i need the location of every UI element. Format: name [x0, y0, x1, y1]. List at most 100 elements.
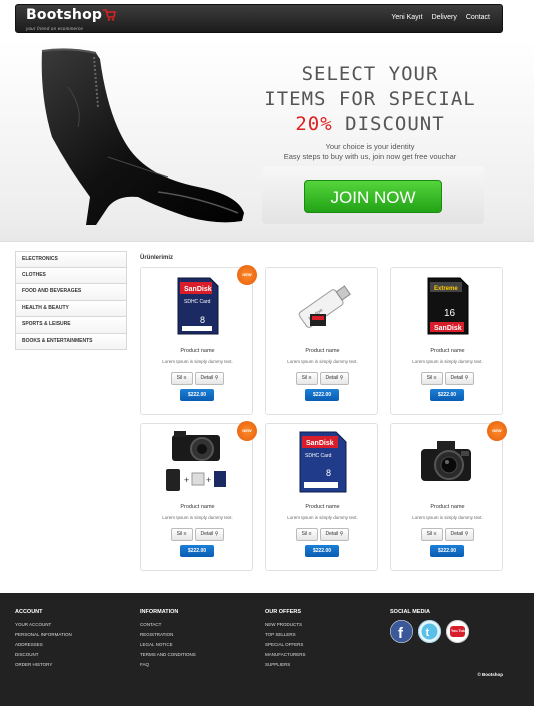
footer-link[interactable]: ADDRESSES: [15, 640, 72, 650]
zoom-icon: ⚲: [214, 531, 219, 537]
nav-link-delivery[interactable]: Delivery: [432, 14, 457, 21]
delete-button[interactable]: Sil ≡: [170, 528, 193, 541]
svg-text:SDHC Card: SDHC Card: [184, 299, 211, 305]
product-name: Product name: [305, 504, 340, 510]
footer-account: ACCOUNT YOUR ACCOUNT PERSONAL INFORMATIO…: [15, 609, 72, 670]
svg-text:8: 8: [200, 315, 205, 325]
detail-button[interactable]: Detail ⚲: [319, 528, 350, 541]
hero-subtitle-2: Easy steps to buy with us, join now get …: [283, 152, 457, 161]
footer-link[interactable]: FAQ: [140, 660, 196, 670]
detail-button[interactable]: Detail ⚲: [444, 528, 475, 541]
product-card: imation Product name Lorem Ipsum is simp…: [265, 267, 378, 415]
footer-link[interactable]: NEW PRODUCTS: [265, 620, 306, 630]
delete-button[interactable]: Sil ≡: [170, 372, 193, 385]
navbar: Bootshop your friend on ecommerce Yeni K…: [15, 4, 503, 33]
trash-icon: ≡: [308, 375, 312, 381]
delete-button[interactable]: Sil ≡: [420, 528, 443, 541]
new-badge: NEW: [237, 421, 257, 441]
sidebar-item-health[interactable]: HEALTH & BEAUTY: [15, 300, 127, 317]
sidebar-item-food[interactable]: FOOD AND BEVERAGES: [15, 284, 127, 301]
camera-kit-icon: + +: [141, 428, 254, 496]
nav-link-contact[interactable]: Contact: [466, 14, 490, 21]
detail-button[interactable]: Detail ⚲: [194, 372, 225, 385]
trash-icon: ≡: [183, 375, 187, 381]
zoom-icon: ⚲: [464, 375, 469, 381]
footer-link[interactable]: PERSONAL INFORMATION: [15, 630, 72, 640]
boot-image: [38, 47, 248, 230]
product-description: Lorem Ipsum is simply dummy text.: [287, 515, 358, 520]
brand-name: Bootshop: [26, 7, 103, 23]
sidebar-item-books[interactable]: BOOKS & ENTERTAINMENTS: [15, 333, 127, 350]
sdhc-card-icon: SanDisk SDHC Card 8: [266, 428, 379, 496]
join-panel: JOIN NOW: [262, 166, 484, 224]
footer-link[interactable]: DISCOUNT: [15, 650, 72, 660]
footer-link[interactable]: CONTACT: [140, 620, 196, 630]
price-button[interactable]: $222.00: [305, 389, 339, 401]
svg-text:SDHC Card: SDHC Card: [305, 453, 332, 459]
product-name: Product name: [430, 348, 465, 354]
join-now-button[interactable]: JOIN NOW: [304, 180, 442, 213]
product-card: + + NEW Product name Lorem Ipsum is simpl…: [140, 421, 257, 571]
footer-offers: OUR OFFERS NEW PRODUCTS TOP SELLERS SPEC…: [265, 609, 306, 670]
footer-link[interactable]: TOP SELLERS: [265, 630, 306, 640]
sidebar-item-sports[interactable]: SPORTS & LEISURE: [15, 317, 127, 334]
svg-text:Extreme: Extreme: [434, 286, 458, 292]
camera-icon: [391, 428, 504, 496]
product-description: Lorem Ipsum is simply dummy text.: [412, 359, 483, 364]
brand-tagline: your friend on ecommerce: [26, 26, 84, 31]
footer-link[interactable]: MANUFACTURERS: [265, 650, 306, 660]
price-button[interactable]: $222.00: [430, 389, 464, 401]
footer-heading: ACCOUNT: [15, 609, 43, 615]
svg-text:SanDisk: SanDisk: [434, 325, 462, 332]
footer-link[interactable]: SUPPLIERS: [265, 660, 306, 670]
nav-link-register[interactable]: Yeni Kayıt: [391, 14, 422, 21]
delete-button[interactable]: Sil ≡: [295, 372, 318, 385]
cart-icon: [103, 9, 117, 25]
card-reader-icon: imation: [266, 272, 379, 340]
hero-subtitle-1: Your choice is your identity: [325, 142, 415, 151]
product-description: Lorem Ipsum is simply dummy text.: [412, 515, 483, 520]
trash-icon: ≡: [433, 531, 437, 537]
price-button[interactable]: $222.00: [180, 389, 214, 401]
product-description: Lorem Ipsum is simply dummy text.: [287, 359, 358, 364]
facebook-icon[interactable]: f: [390, 620, 413, 643]
footer-heading: INFORMATION: [140, 609, 179, 615]
footer-link[interactable]: TERMS AND CONDITIONS: [140, 650, 196, 660]
price-button[interactable]: $222.00: [430, 545, 464, 557]
sidebar-item-clothes[interactable]: CLOTHES: [15, 267, 127, 284]
brand-logo[interactable]: Bootshop your friend on ecommerce: [26, 7, 117, 31]
product-card: NEW Product name Lorem Ipsum is simply d…: [390, 421, 507, 571]
product-card: SanDisk SDHC Card 8 Product name Lorem Ips…: [265, 423, 378, 571]
product-description: Lorem Ipsum is simply dummy text.: [162, 515, 233, 520]
footer-heading: OUR OFFERS: [265, 609, 302, 615]
discount-percent: 20%: [295, 113, 333, 135]
category-sidebar: ELECTRONICS CLOTHES FOOD AND BEVERAGES H…: [15, 251, 127, 350]
hero-headline-1: SELECT YOUR: [301, 63, 439, 85]
zoom-icon: ⚲: [339, 375, 344, 381]
trash-icon: ≡: [433, 375, 437, 381]
youtube-icon[interactable]: You Tube: [446, 620, 469, 643]
product-name: Product name: [430, 504, 465, 510]
price-button[interactable]: $222.00: [305, 545, 339, 557]
footer-link[interactable]: SPECIAL OFFERS: [265, 640, 306, 650]
product-name: Product name: [180, 504, 215, 510]
footer-link[interactable]: LEGAL NOTICE: [140, 640, 196, 650]
footer-link[interactable]: ORDER HISTORY: [15, 660, 72, 670]
product-card: Extreme 16 SanDisk Product name Lorem Ipsu…: [390, 267, 503, 415]
product-name: Product name: [180, 348, 215, 354]
twitter-icon[interactable]: t: [418, 620, 441, 643]
detail-button[interactable]: Detail ⚲: [319, 372, 350, 385]
delete-button[interactable]: Sil ≡: [295, 528, 318, 541]
hero-text: SELECT YOUR ITEMS FOR SPECIAL 20% DISCOU…: [262, 62, 478, 162]
trash-icon: ≡: [308, 531, 312, 537]
footer-link[interactable]: YOUR ACCOUNT: [15, 620, 72, 630]
sidebar-item-electronics[interactable]: ELECTRONICS: [15, 251, 127, 268]
footer-link[interactable]: REGISTRATION: [140, 630, 196, 640]
sd-card-extreme-icon: Extreme 16 SanDisk: [391, 272, 504, 340]
discount-word: DISCOUNT: [332, 113, 445, 135]
price-button[interactable]: $222.00: [180, 545, 214, 557]
trash-icon: ≡: [183, 531, 187, 537]
delete-button[interactable]: Sil ≡: [420, 372, 443, 385]
detail-button[interactable]: Detail ⚲: [444, 372, 475, 385]
detail-button[interactable]: Detail ⚲: [194, 528, 225, 541]
